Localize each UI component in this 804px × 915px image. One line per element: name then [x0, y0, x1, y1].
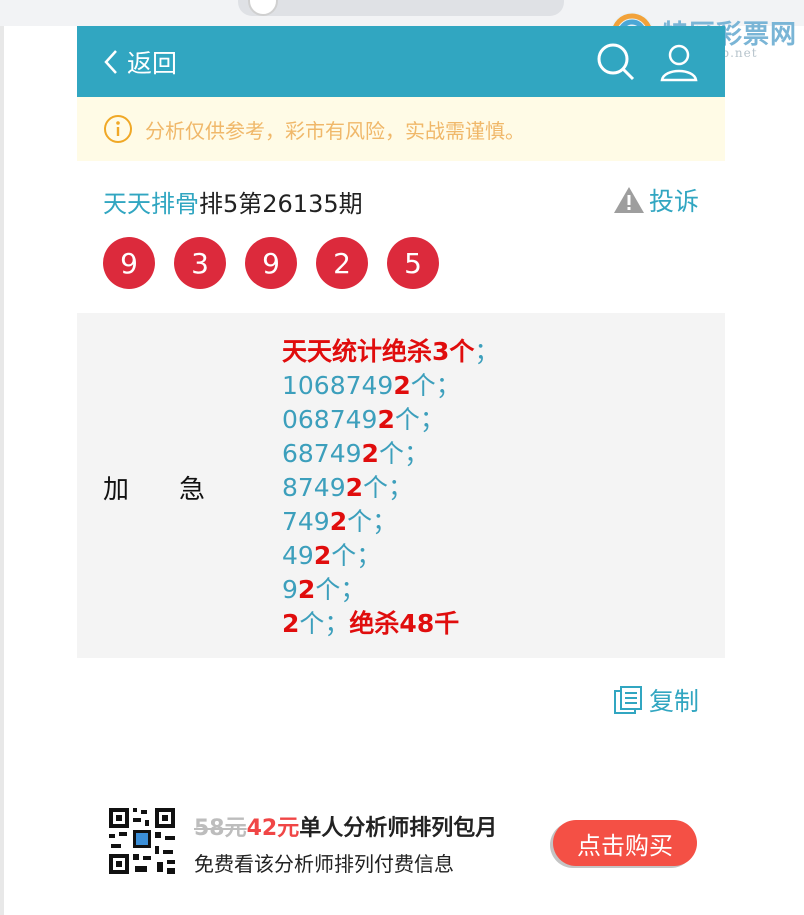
buy-button[interactable]: 点击购买 [553, 820, 697, 866]
complain-button[interactable]: 投诉 [613, 182, 699, 218]
address-bar[interactable] [238, 0, 564, 16]
analysis-line: 87492个； [282, 473, 414, 502]
analysis-line: 687492个； [282, 439, 429, 468]
copy-label: 复制 [648, 687, 699, 716]
chevron-left-icon [104, 50, 117, 74]
analysis-line: 10687492个； [282, 371, 461, 400]
notice-text: 分析仅供参考，彩市有风险，实战需谨慎。 [145, 118, 525, 143]
promo-subtitle: 免费看该分析师排列付费信息 [194, 852, 454, 876]
analysis-lines: 天天统计绝杀3个； 10687492个； 0687492个； 687492个； … [282, 335, 499, 641]
result-ball: 9 [103, 237, 155, 289]
user-button[interactable] [659, 42, 699, 86]
row-label: 加急 [103, 475, 206, 505]
analysis-line: 0687492个； [282, 405, 445, 434]
header-bar: 返回 [77, 26, 725, 97]
info-icon [104, 115, 132, 143]
old-price: 58元 [194, 816, 247, 841]
complain-label: 投诉 [648, 187, 699, 216]
copy-icon [613, 686, 642, 714]
page: 返回 分析仅供参考，彩市有风险，实战需谨慎。 天天排骨排5第26135期 投诉 … [77, 26, 725, 915]
promo-title: 58元42元单人分析师排列包月 [194, 816, 498, 841]
new-price: 42元 [246, 816, 300, 841]
result-ball: 2 [316, 237, 368, 289]
result-ball: 9 [245, 237, 297, 289]
subscription-promo: 58元42元单人分析师排列包月 免费看该分析师排列付费信息 点击购买 [77, 802, 725, 882]
copy-button[interactable]: 复制 [613, 682, 699, 718]
result-ball: 5 [387, 237, 439, 289]
draw-result-balls: 9 3 9 2 5 [103, 237, 458, 289]
qr-code-icon [107, 806, 177, 876]
author-link[interactable]: 天天排骨 [103, 190, 199, 218]
browser-tab-icon [248, 0, 278, 16]
result-ball: 3 [174, 237, 226, 289]
user-icon [660, 44, 698, 82]
search-button[interactable] [595, 42, 637, 86]
analysis-line: 92个； [282, 575, 366, 604]
analysis-line: 天天统计绝杀3个； [282, 337, 500, 366]
search-icon [597, 43, 635, 81]
back-label: 返回 [127, 49, 178, 78]
warning-icon [613, 187, 644, 213]
back-button[interactable]: 返回 [103, 46, 177, 78]
analysis-content: 加急 天天统计绝杀3个； 10687492个； 0687492个； 687492… [77, 313, 725, 658]
analysis-line: 2个；绝杀48千 [282, 609, 460, 638]
risk-notice: 分析仅供参考，彩市有风险，实战需谨慎。 [77, 97, 725, 161]
issue-number: 排5第26135期 [199, 190, 363, 218]
analysis-line: 7492个； [282, 507, 398, 536]
issue-title: 天天排骨排5第26135期 [103, 184, 363, 219]
window-edge [0, 26, 4, 915]
analysis-line: 492个； [282, 541, 382, 570]
